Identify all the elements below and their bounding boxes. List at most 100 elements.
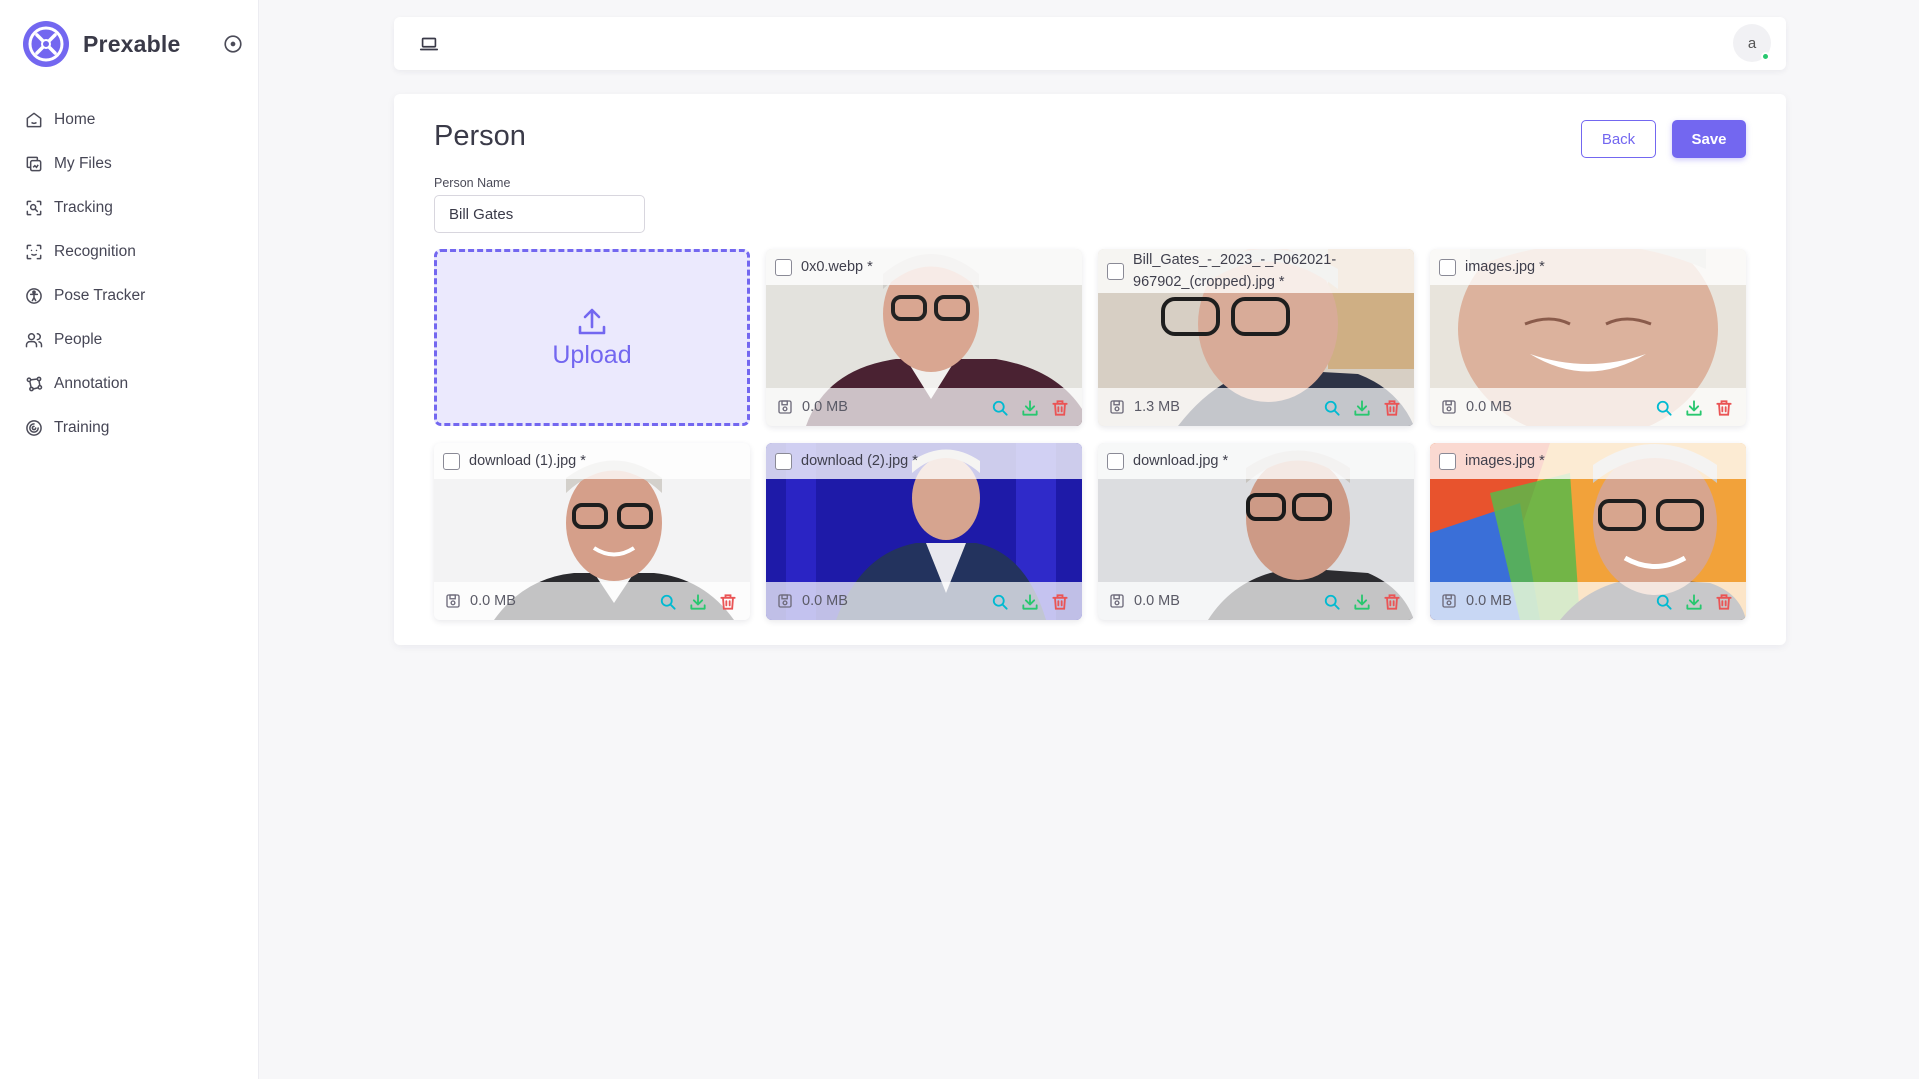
image-card-footer: 0.0 MB xyxy=(1098,582,1414,620)
home-icon xyxy=(26,112,42,128)
select-checkbox[interactable] xyxy=(775,258,792,276)
sidebar-item-tracking[interactable]: Tracking xyxy=(24,186,244,230)
image-card[interactable]: download.jpg * 0.0 MB xyxy=(1098,443,1414,620)
download-icon[interactable] xyxy=(1352,592,1372,612)
image-card[interactable]: images.jpg * 0.0 MB xyxy=(1430,249,1746,426)
sidebar-item-training[interactable]: Training xyxy=(24,406,244,450)
person-name-label: Person Name xyxy=(434,176,511,190)
person-name-input[interactable] xyxy=(434,195,645,233)
save-disk-icon xyxy=(1442,400,1456,414)
image-card-footer: 1.3 MB xyxy=(1098,388,1414,426)
image-actions xyxy=(1644,592,1734,612)
sidebar-item-label: Home xyxy=(54,111,96,128)
download-icon[interactable] xyxy=(688,592,708,612)
avatar[interactable]: a xyxy=(1733,24,1771,62)
delete-icon[interactable] xyxy=(1382,398,1402,418)
files-icon xyxy=(26,156,42,172)
people-icon xyxy=(25,333,43,348)
image-card-header: download (2).jpg * xyxy=(766,443,1082,479)
collapse-sidebar-icon[interactable] xyxy=(222,33,244,55)
file-size: 0.0 MB xyxy=(1466,399,1512,415)
download-icon[interactable] xyxy=(1020,398,1040,418)
save-disk-icon xyxy=(1110,594,1124,608)
sidebar-item-home[interactable]: Home xyxy=(24,98,244,142)
delete-icon[interactable] xyxy=(1382,592,1402,612)
download-icon[interactable] xyxy=(1020,592,1040,612)
file-name: Bill_Gates_-_2023_-_P062021-967902_(crop… xyxy=(1133,252,1337,290)
image-card[interactable]: download (1).jpg * 0.0 MB xyxy=(434,443,750,620)
delete-icon[interactable] xyxy=(1714,592,1734,612)
file-name: download.jpg * xyxy=(1133,453,1229,469)
sidebar-item-label: People xyxy=(54,331,103,348)
search-icon[interactable] xyxy=(990,398,1010,418)
image-card-footer: 0.0 MB xyxy=(1430,388,1746,426)
online-status-dot xyxy=(1761,52,1770,61)
delete-icon[interactable] xyxy=(1050,398,1070,418)
search-icon[interactable] xyxy=(1322,592,1342,612)
image-actions xyxy=(1312,592,1402,612)
laptop-icon[interactable] xyxy=(418,33,440,55)
back-button[interactable]: Back xyxy=(1581,120,1656,158)
sidebar-item-pose-tracker[interactable]: Pose Tracker xyxy=(24,274,244,318)
person-card: Person Back Save Person Name Upload 0x0.… xyxy=(394,94,1786,645)
image-card-header: images.jpg * xyxy=(1430,249,1746,285)
annotation-icon xyxy=(26,376,43,392)
sidebar-item-label: Tracking xyxy=(54,199,113,216)
upload-dropzone[interactable]: Upload xyxy=(434,249,750,426)
select-checkbox[interactable] xyxy=(1107,452,1124,470)
image-card[interactable]: images.jpg * 0.0 MB xyxy=(1430,443,1746,620)
file-name: download (1).jpg * xyxy=(469,453,586,469)
save-disk-icon xyxy=(778,594,792,608)
image-card-footer: 0.0 MB xyxy=(434,582,750,620)
select-checkbox[interactable] xyxy=(1107,262,1124,280)
select-checkbox[interactable] xyxy=(1439,258,1456,276)
sidebar-item-annotation[interactable]: Annotation xyxy=(24,362,244,406)
sidebar-item-recognition[interactable]: Recognition xyxy=(24,230,244,274)
search-icon[interactable] xyxy=(1654,592,1674,612)
select-checkbox[interactable] xyxy=(775,452,792,470)
image-card-header: download (1).jpg * xyxy=(434,443,750,479)
download-icon[interactable] xyxy=(1684,398,1704,418)
image-card[interactable]: download (2).jpg * 0.0 MB xyxy=(766,443,1082,620)
save-disk-icon xyxy=(1442,594,1456,608)
file-size: 0.0 MB xyxy=(1134,593,1180,609)
image-card[interactable]: Bill_Gates_-_2023_-_P062021-967902_(crop… xyxy=(1098,249,1414,426)
delete-icon[interactable] xyxy=(718,592,738,612)
brand[interactable]: Prexable xyxy=(21,19,181,69)
upload-label: Upload xyxy=(552,341,632,369)
search-icon[interactable] xyxy=(1654,398,1674,418)
upload-icon xyxy=(578,308,606,335)
select-checkbox[interactable] xyxy=(1439,452,1456,470)
sidebar-item-my-files[interactable]: My Files xyxy=(24,142,244,186)
file-size: 0.0 MB xyxy=(470,593,516,609)
image-actions xyxy=(1644,398,1734,418)
sidebar-nav: Home My Files Tracking Recognition Pose … xyxy=(24,98,244,450)
image-card-header: 0x0.webp * xyxy=(766,249,1082,285)
image-actions xyxy=(980,592,1070,612)
brand-name: Prexable xyxy=(83,30,181,57)
download-icon[interactable] xyxy=(1684,592,1704,612)
save-disk-icon xyxy=(778,400,792,414)
file-name: images.jpg * xyxy=(1465,453,1545,469)
delete-icon[interactable] xyxy=(1714,398,1734,418)
save-disk-icon xyxy=(1110,400,1124,414)
sidebar: Prexable Home My Files Tracking Recognit… xyxy=(0,0,259,1079)
training-icon xyxy=(26,420,42,436)
sidebar-item-people[interactable]: People xyxy=(24,318,244,362)
search-icon[interactable] xyxy=(990,592,1010,612)
save-disk-icon xyxy=(446,594,460,608)
file-size: 0.0 MB xyxy=(802,593,848,609)
image-card-header: download.jpg * xyxy=(1098,443,1414,479)
image-card-footer: 0.0 MB xyxy=(1430,582,1746,620)
sidebar-item-label: Annotation xyxy=(54,375,129,392)
image-card[interactable]: 0x0.webp * 0.0 MB xyxy=(766,249,1082,426)
delete-icon[interactable] xyxy=(1050,592,1070,612)
sidebar-item-label: Training xyxy=(54,419,110,436)
download-icon[interactable] xyxy=(1352,398,1372,418)
save-button[interactable]: Save xyxy=(1672,120,1746,158)
search-icon[interactable] xyxy=(658,592,678,612)
select-checkbox[interactable] xyxy=(443,452,460,470)
sidebar-item-label: My Files xyxy=(54,155,112,172)
search-icon[interactable] xyxy=(1322,398,1342,418)
file-name: download (2).jpg * xyxy=(801,453,918,469)
